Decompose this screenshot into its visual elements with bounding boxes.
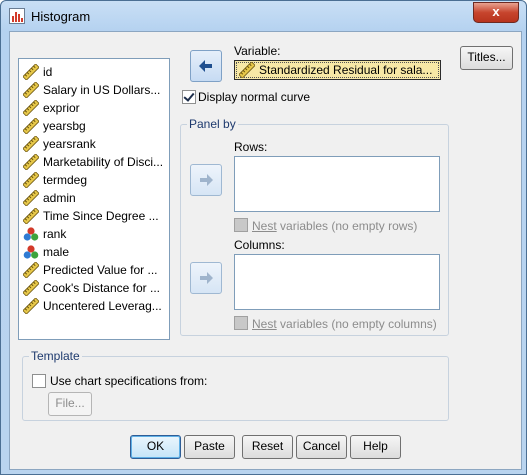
rows-label: Rows:	[234, 140, 268, 154]
source-variable-list[interactable]: id Salary in US Dollars... exprior yearsbg y…	[18, 58, 170, 340]
variable-list-item-label: termdeg	[43, 173, 88, 187]
variable-list-item[interactable]: Marketability of Disci...	[23, 153, 166, 171]
titles-button[interactable]: Titles...	[460, 46, 513, 70]
cancel-button-label: Cancel	[302, 439, 341, 453]
variable-list-item[interactable]: Cook's Distance for ...	[23, 279, 166, 297]
variable-list-item[interactable]: admin	[23, 189, 166, 207]
variable-list-item-label: yearsbg	[43, 119, 86, 133]
display-normal-curve-checkbox[interactable]	[182, 90, 196, 104]
dialog-body: id Salary in US Dollars... exprior yearsbg y…	[9, 31, 522, 470]
variable-list-item[interactable]: yearsrank	[23, 135, 166, 153]
variable-list-item[interactable]: Time Since Degree ...	[23, 207, 166, 225]
ok-button[interactable]: OK	[130, 435, 181, 459]
variable-list-item-label: male	[43, 245, 70, 259]
reset-button[interactable]: Reset	[242, 435, 293, 459]
title-bar: Histogram x	[1, 1, 526, 31]
nest-columns-checkbox[interactable]	[234, 316, 248, 330]
variable-list-item[interactable]: id	[23, 63, 166, 81]
ok-button-label: OK	[146, 439, 165, 453]
scale-ruler-icon	[23, 64, 39, 80]
rows-list[interactable]	[234, 156, 440, 212]
cancel-button[interactable]: Cancel	[296, 435, 347, 459]
titles-button-label: Titles...	[467, 50, 506, 64]
variable-list-item-label: id	[43, 65, 53, 79]
scale-ruler-icon	[23, 190, 39, 206]
variable-label: Variable:	[234, 44, 281, 58]
reset-button-label: Reset	[251, 439, 284, 453]
nominal-balls-icon	[23, 227, 39, 241]
arrow-right-icon	[200, 272, 213, 284]
scale-ruler-icon	[23, 82, 39, 98]
file-button[interactable]: File...	[48, 392, 92, 416]
variable-list-item[interactable]: yearsbg	[23, 117, 166, 135]
use-chart-spec-label: Use chart specifications from:	[50, 374, 208, 388]
histogram-app-icon	[9, 8, 25, 24]
variable-list-item[interactable]: exprior	[23, 99, 166, 117]
columns-list[interactable]	[234, 254, 440, 310]
variable-list-item[interactable]: male	[23, 243, 166, 261]
variable-list-item-label: yearsrank	[43, 137, 96, 151]
window-title: Histogram	[31, 9, 91, 24]
nest-rows-label: Nest variables (no empty rows)	[252, 219, 418, 233]
variable-list-item-label: Cook's Distance for ...	[43, 281, 160, 295]
nest-rows-checkbox[interactable]	[234, 218, 248, 232]
scale-ruler-icon	[23, 280, 39, 296]
variable-list-item-label: exprior	[43, 101, 80, 115]
variable-list-item-label: Marketability of Disci...	[43, 155, 164, 169]
variable-list-item-label: rank	[43, 227, 67, 241]
panel-by-title: Panel by	[187, 117, 238, 131]
template-title: Template	[29, 349, 82, 363]
columns-label: Columns:	[234, 238, 285, 252]
scale-ruler-icon	[23, 118, 39, 134]
variable-list-item-label: Time Since Degree ...	[43, 209, 159, 223]
variable-list-item[interactable]: termdeg	[23, 171, 166, 189]
help-button[interactable]: Help	[350, 435, 401, 459]
scale-ruler-icon	[23, 100, 39, 116]
variable-value: Standardized Residual for sala...	[259, 63, 433, 77]
variable-list-item-label: Predicted Value for ...	[43, 263, 158, 277]
scale-ruler-icon	[23, 172, 39, 188]
help-button-label: Help	[363, 439, 388, 453]
variable-field[interactable]: Standardized Residual for sala...	[234, 60, 441, 80]
scale-ruler-icon	[239, 62, 255, 78]
variable-list-item-label: Salary in US Dollars...	[43, 83, 161, 97]
paste-button[interactable]: Paste	[184, 435, 235, 459]
paste-button-label: Paste	[194, 439, 225, 453]
scale-ruler-icon	[23, 208, 39, 224]
close-icon: x	[492, 4, 500, 19]
nominal-balls-icon	[23, 245, 39, 259]
file-button-label: File...	[55, 396, 85, 410]
scale-ruler-icon	[23, 136, 39, 152]
move-to-columns-button[interactable]	[190, 262, 222, 294]
nest-columns-label: Nest variables (no empty columns)	[252, 317, 437, 331]
variable-list-item-label: admin	[43, 191, 76, 205]
scale-ruler-icon	[23, 262, 39, 278]
variable-list-item[interactable]: rank	[23, 225, 166, 243]
close-button[interactable]: x	[473, 2, 519, 23]
display-normal-curve-label: Display normal curve	[198, 90, 311, 104]
use-chart-spec-checkbox[interactable]	[32, 374, 46, 388]
move-to-variable-button[interactable]	[190, 50, 222, 82]
variable-list-item[interactable]: Predicted Value for ...	[23, 261, 166, 279]
move-to-rows-button[interactable]	[190, 164, 222, 196]
arrow-right-icon	[200, 174, 213, 186]
scale-ruler-icon	[23, 298, 39, 314]
variable-list-item[interactable]: Uncentered Leverag...	[23, 297, 166, 315]
histogram-dialog: Histogram x id Salary in US Dollars... exp…	[0, 0, 527, 475]
variable-list-item-label: Uncentered Leverag...	[43, 299, 162, 313]
variable-list-item[interactable]: Salary in US Dollars...	[23, 81, 166, 99]
arrow-left-icon	[199, 60, 212, 72]
scale-ruler-icon	[23, 154, 39, 170]
